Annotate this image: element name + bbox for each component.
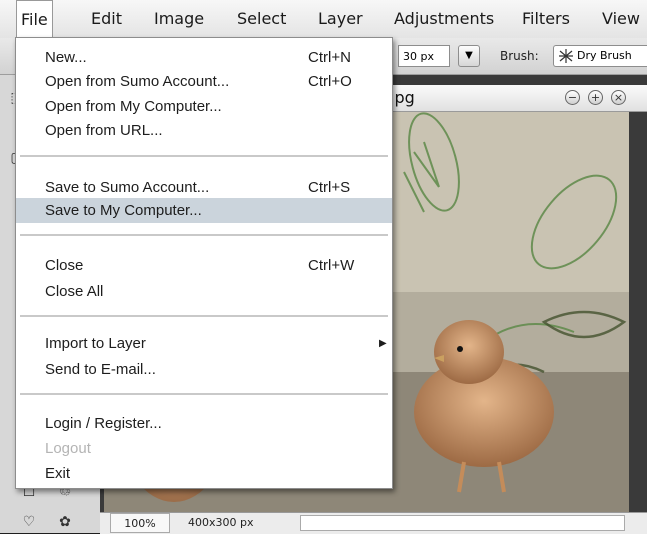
brush-size-dropdown[interactable]: ▼	[458, 45, 480, 67]
menu-item-logout: Logout	[45, 440, 91, 457]
menu-file[interactable]: File	[16, 0, 53, 40]
status-bar: 100% 400x300 px	[100, 512, 647, 534]
brush-selector[interactable]: Dry Brush	[553, 45, 647, 67]
menu-item-save-computer[interactable]: Save to My Computer...	[16, 198, 392, 223]
menu-filters[interactable]: Filters	[518, 0, 574, 38]
menu-item-open-url[interactable]: Open from URL...	[16, 118, 392, 143]
submenu-arrow-icon: ▶	[379, 338, 387, 349]
menu-item-exit[interactable]: Exit	[16, 461, 392, 486]
menu-item-close[interactable]: Close Ctrl+W	[16, 253, 392, 278]
menu-layer[interactable]: Layer	[314, 0, 367, 38]
brush-size-field[interactable]: 30 px	[398, 45, 450, 67]
menu-view[interactable]: View	[598, 0, 644, 38]
close-icon[interactable]: ×	[611, 90, 626, 105]
menubar: File Edit Image Select Layer Adjustments…	[0, 0, 647, 40]
menu-separator	[20, 315, 388, 317]
image-dimensions: 400x300 px	[188, 516, 254, 529]
menu-image[interactable]: Image	[150, 0, 208, 38]
menu-item-send-email[interactable]: Send to E-mail...	[16, 357, 392, 382]
menu-edit[interactable]: Edit	[87, 0, 126, 38]
menu-select[interactable]: Select	[233, 0, 290, 38]
menu-adjustments[interactable]: Adjustments	[390, 0, 498, 38]
zoom-level[interactable]: 100%	[110, 513, 170, 533]
heart-shape-icon[interactable]: ♡	[18, 513, 40, 531]
menu-item-import-layer[interactable]: Import to Layer ▶	[16, 331, 392, 356]
brush-label: Brush:	[500, 49, 539, 63]
menu-item-new[interactable]: New... Ctrl+N	[16, 45, 392, 70]
brush-name: Dry Brush	[577, 49, 632, 62]
triangle-down-icon: ▼	[465, 50, 473, 61]
menu-item-open-computer[interactable]: Open from My Computer...	[16, 94, 392, 119]
image-window-title: jpg	[390, 88, 415, 107]
stamp-icon[interactable]: ✿	[54, 513, 76, 531]
menu-item-save-sumo[interactable]: Save to Sumo Account... Ctrl+S	[16, 175, 392, 200]
menu-item-login[interactable]: Login / Register...	[16, 411, 392, 436]
horizontal-scrollbar[interactable]	[300, 515, 625, 531]
menu-separator	[20, 234, 388, 236]
maximize-icon[interactable]: +	[588, 90, 603, 105]
file-menu: New... Ctrl+N Open from Sumo Account... …	[15, 37, 393, 489]
menu-item-open-sumo[interactable]: Open from Sumo Account... Ctrl+O	[16, 69, 392, 94]
menu-separator	[20, 393, 388, 395]
menu-separator	[20, 155, 388, 157]
minimize-icon[interactable]: −	[565, 90, 580, 105]
brush-icon	[557, 48, 575, 64]
menu-item-close-all[interactable]: Close All	[16, 279, 392, 304]
